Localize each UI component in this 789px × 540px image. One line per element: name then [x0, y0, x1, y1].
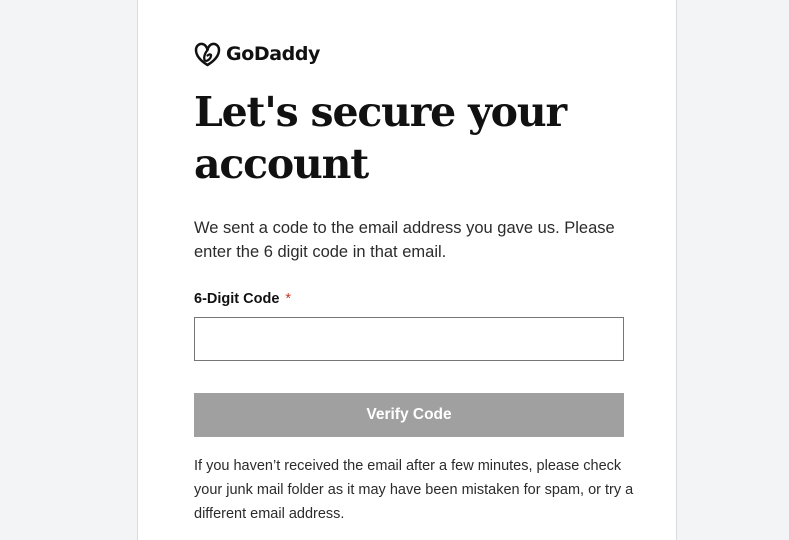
brand-logo[interactable]: GoDaddy [194, 40, 320, 68]
code-field-label: 6-Digit Code * [194, 291, 291, 307]
code-field-label-text: 6-Digit Code [194, 291, 280, 307]
page-title: Let's secure your account [194, 88, 567, 188]
page: GoDaddy Let's secure your account We sen… [0, 0, 789, 540]
verification-card: GoDaddy Let's secure your account We sen… [137, 0, 677, 540]
instructions-text: We sent a code to the email address you … [194, 219, 615, 261]
help-text: If you haven’t received the email after … [194, 458, 634, 522]
brand-name: GoDaddy [226, 43, 321, 65]
required-marker: * [285, 291, 292, 307]
six-digit-code-input[interactable] [194, 317, 624, 361]
verify-code-button[interactable]: Verify Code [194, 393, 624, 437]
godaddy-heart-logo-icon [194, 42, 221, 66]
